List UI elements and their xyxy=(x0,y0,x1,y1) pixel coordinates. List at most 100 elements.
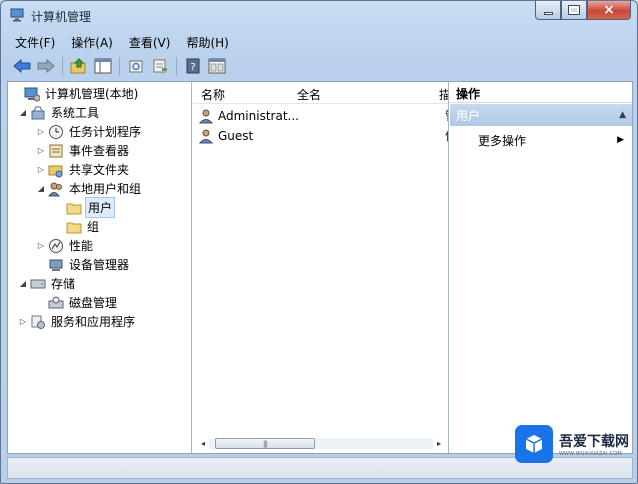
scroll-right-icon[interactable]: ▸ xyxy=(433,437,445,450)
scrollbar-track[interactable]: ||| xyxy=(209,438,433,449)
submenu-arrow-icon: ▶ xyxy=(617,135,624,145)
user-description: 供 xyxy=(445,127,448,144)
scroll-left-icon[interactable]: ◂ xyxy=(197,437,209,450)
tree-item-label: 性能 xyxy=(69,239,94,253)
actions-section-users[interactable]: 用户 ▲ xyxy=(450,104,632,126)
column-header-description[interactable]: 描 xyxy=(439,86,448,103)
column-header-row: 名称 全名 描 xyxy=(193,82,448,104)
disk-management-icon xyxy=(48,296,64,308)
toolbar-separator xyxy=(119,57,120,75)
tree-item-event-viewer[interactable]: ▷ 事件查看器 xyxy=(36,141,131,160)
tree-item-label: 系统工具 xyxy=(51,106,100,120)
toolbar: ? xyxy=(7,53,631,79)
window-title: 计算机管理 xyxy=(31,10,92,24)
menu-bar: 文件(F) 操作(A) 查看(V) 帮助(H) xyxy=(7,31,631,53)
help-icon: ? xyxy=(186,58,200,74)
collapse-icon[interactable]: ▲ xyxy=(619,110,626,120)
column-header-name[interactable]: 名称 xyxy=(201,86,225,103)
close-button[interactable]: × xyxy=(587,1,631,20)
refresh-button[interactable] xyxy=(125,56,147,76)
computer-management-icon xyxy=(24,87,40,101)
properties-icon xyxy=(208,58,226,74)
collapse-icon[interactable]: ◢ xyxy=(36,184,46,193)
more-actions-item[interactable]: 更多操作 ▶ xyxy=(450,130,632,150)
clock-icon xyxy=(49,124,63,139)
user-name: Administrat... xyxy=(218,108,299,123)
computer-management-icon xyxy=(10,8,24,22)
tree-item-task-scheduler[interactable]: ▷ 任务计划程序 xyxy=(36,122,143,141)
user-icon xyxy=(199,129,214,143)
title-bar[interactable]: 计算机管理 × xyxy=(1,1,637,31)
box-icon xyxy=(525,435,543,453)
tree-item-label: 服务和应用程序 xyxy=(51,315,136,329)
more-actions-label: 更多操作 xyxy=(478,133,527,148)
svg-text:?: ? xyxy=(190,62,195,73)
user-icon xyxy=(199,109,214,123)
watermark-logo-icon xyxy=(515,425,553,463)
tree-item-label: 用户 xyxy=(85,197,116,218)
menu-view[interactable]: 查看(V) xyxy=(121,32,179,53)
tree-item-system-tools[interactable]: ◢ 系统工具 xyxy=(18,103,101,122)
watermark-text: 吾爱下载网 WWW.WUAIXIAZAI.COM xyxy=(559,431,629,457)
watermark-name: 吾爱下载网 xyxy=(559,434,629,450)
site-watermark: 吾爱下载网 WWW.WUAIXIAZAI.COM xyxy=(515,424,635,464)
tree-item-services-applications[interactable]: ▷ 服务和应用程序 xyxy=(18,312,137,331)
up-level-button[interactable] xyxy=(68,56,90,76)
tree-item-label: 共享文件夹 xyxy=(69,163,130,177)
tree-item-groups[interactable]: 组 xyxy=(54,217,101,236)
horizontal-scrollbar[interactable]: ◂ ||| ▸ xyxy=(197,437,445,450)
maximize-button[interactable] xyxy=(561,1,587,20)
properties-button[interactable] xyxy=(206,56,228,76)
collapse-icon[interactable]: ◢ xyxy=(18,108,28,117)
toolbar-separator xyxy=(62,57,63,75)
user-description: 管 xyxy=(445,107,448,124)
maximize-icon xyxy=(568,5,580,15)
list-item[interactable]: Guest 供 xyxy=(199,126,448,145)
scrollbar-thumb[interactable]: ||| xyxy=(215,438,315,449)
tree-item-local-users-groups[interactable]: ◢ 本地用户和组 xyxy=(36,179,143,198)
details-list: 名称 全名 描 Administrat... 管 Guest 供 ◂ ||| xyxy=(193,82,449,453)
collapse-icon[interactable]: ◢ xyxy=(18,279,28,288)
export-list-icon xyxy=(153,59,167,73)
expand-icon[interactable]: ▷ xyxy=(36,127,46,136)
device-manager-icon xyxy=(49,259,63,271)
expand-icon[interactable]: ▷ xyxy=(36,241,46,250)
tree-item-computer-management[interactable]: 计算机管理(本地) xyxy=(12,84,140,103)
show-hide-tree-icon xyxy=(94,58,112,74)
expand-icon[interactable]: ▷ xyxy=(36,165,46,174)
menu-action[interactable]: 操作(A) xyxy=(63,32,121,53)
services-icon xyxy=(31,315,45,329)
expand-icon[interactable]: ▷ xyxy=(18,317,28,326)
refresh-icon xyxy=(129,60,143,73)
forward-button[interactable] xyxy=(35,56,57,76)
window-controls: × xyxy=(535,1,631,21)
watermark-url: WWW.WUAIXIAZAI.COM xyxy=(559,451,622,457)
tree-item-disk-management[interactable]: 磁盘管理 xyxy=(36,293,119,312)
back-button[interactable] xyxy=(11,56,33,76)
content-area: 计算机管理(本地) ◢ 系统工具 ▷ 任务计划程序 ▷ 事件查看器 ▷ 共享文件… xyxy=(7,81,633,454)
list-item[interactable]: Administrat... 管 xyxy=(199,106,448,125)
minimize-button[interactable] xyxy=(535,1,561,20)
tree-item-storage[interactable]: ◢ 存储 xyxy=(18,274,77,293)
column-header-full-name[interactable]: 全名 xyxy=(297,86,321,103)
tree-item-label: 设备管理器 xyxy=(69,258,130,272)
actions-section-label: 用户 xyxy=(456,108,481,123)
actions-pane: 操作 用户 ▲ 更多操作 ▶ xyxy=(450,82,632,453)
help-button[interactable]: ? xyxy=(182,56,204,76)
tree-item-shared-folders[interactable]: ▷ 共享文件夹 xyxy=(36,160,131,179)
menu-help[interactable]: 帮助(H) xyxy=(178,32,236,53)
tree-item-label: 事件查看器 xyxy=(69,144,130,158)
forward-arrow-icon xyxy=(37,59,55,73)
tree-item-users[interactable]: 用户 xyxy=(54,197,116,218)
export-list-button[interactable] xyxy=(149,56,171,76)
close-icon: × xyxy=(603,2,615,18)
menu-file[interactable]: 文件(F) xyxy=(7,32,63,53)
tree-item-performance[interactable]: ▷ 性能 xyxy=(36,236,95,255)
tree-item-device-manager[interactable]: 设备管理器 xyxy=(36,255,131,274)
user-name: Guest xyxy=(218,128,254,143)
computer-management-window: 计算机管理 × 文件(F) 操作(A) 查看(V) 帮助(H) ? 计算机管理(… xyxy=(0,0,638,484)
folder-icon xyxy=(66,203,82,214)
show-hide-console-tree-button[interactable] xyxy=(92,56,114,76)
up-folder-icon xyxy=(70,58,86,74)
expand-icon[interactable]: ▷ xyxy=(36,146,46,155)
